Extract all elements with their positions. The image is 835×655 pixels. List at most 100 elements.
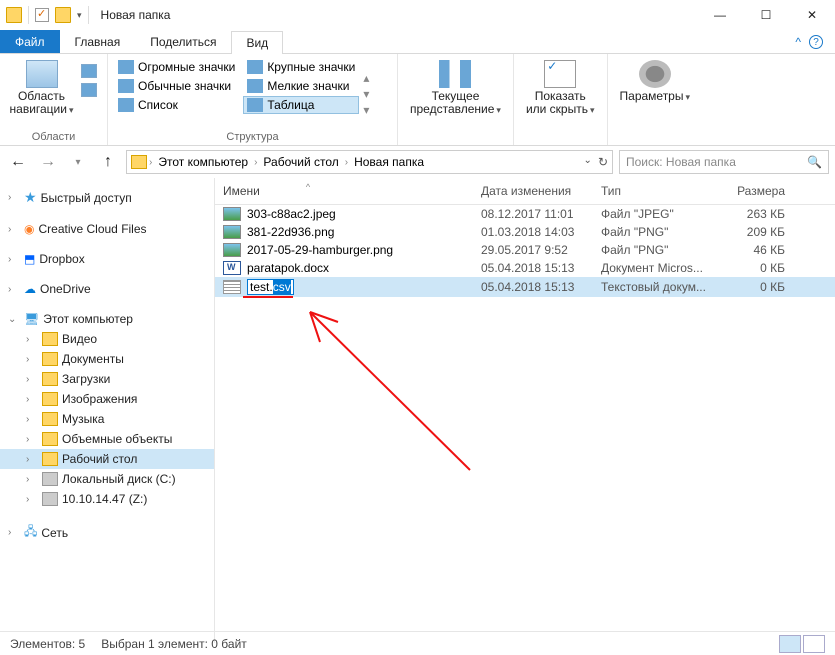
label: Объемные объекты — [62, 432, 172, 446]
current-view-button[interactable]: Текущее представление — [404, 58, 507, 143]
layout-large-icons[interactable]: Крупные значки — [243, 58, 359, 76]
maximize-button[interactable]: ☐ — [743, 0, 789, 30]
tree-dropbox[interactable]: ›⬒Dropbox — [0, 249, 214, 269]
file-size: 0 КБ — [723, 261, 793, 275]
qat-dropdown-icon[interactable]: ▾ — [77, 10, 82, 21]
show-hide-button[interactable]: Показать или скрыть — [520, 58, 601, 143]
col-type-header[interactable]: Тип — [593, 184, 723, 198]
recent-button[interactable]: ▾ — [66, 150, 90, 174]
view-details-button[interactable] — [779, 635, 801, 653]
label: Огромные значки — [138, 60, 235, 74]
navigation-pane-button[interactable]: Область навигации — [6, 58, 77, 129]
file-size: 0 КБ — [723, 280, 793, 294]
folder-icon[interactable] — [55, 7, 71, 23]
file-date: 29.05.2017 9:52 — [473, 243, 593, 257]
options-button[interactable]: Параметры — [614, 58, 697, 143]
content-area: ›★Быстрый доступ ›◉Creative Cloud Files … — [0, 178, 835, 643]
layout-small-icons[interactable]: Мелкие значки — [243, 77, 359, 95]
history-dropdown-icon[interactable]: ⌄ — [584, 155, 592, 169]
breadcrumb-item[interactable]: Этот компьютер — [154, 155, 252, 169]
tree-network[interactable]: ›🖧Сеть — [0, 519, 214, 546]
up-button[interactable]: ↑ — [96, 150, 120, 174]
forward-button[interactable]: → — [36, 150, 60, 174]
file-row[interactable]: 2017-05-29-hamburger.png29.05.2017 9:52Ф… — [215, 241, 835, 259]
star-icon: ★ — [24, 189, 37, 206]
layout-table[interactable]: Таблица — [243, 96, 359, 114]
layout-normal-icons[interactable]: Обычные значки — [114, 77, 239, 95]
folder-icon — [42, 332, 58, 346]
col-name-header[interactable]: Имени^ — [215, 184, 473, 198]
tree-quick-access[interactable]: ›★Быстрый доступ — [0, 186, 214, 209]
column-headers: Имени^ Дата изменения Тип Размера — [215, 178, 835, 205]
file-row[interactable]: 381-22d936.png01.03.2018 14:03Файл "PNG"… — [215, 223, 835, 241]
tree-creative-cloud[interactable]: ›◉Creative Cloud Files — [0, 219, 214, 239]
rename-input[interactable]: test.csv — [247, 279, 294, 295]
preview-pane-button[interactable] — [77, 62, 101, 80]
chevron-right-icon[interactable]: › — [254, 157, 257, 168]
col-date-header[interactable]: Дата изменения — [473, 184, 593, 198]
close-button[interactable]: ✕ — [789, 0, 835, 30]
file-type: Файл "PNG" — [593, 243, 723, 257]
tree-documents[interactable]: ›Документы — [0, 349, 214, 369]
label: Загрузки — [62, 372, 110, 386]
tab-share[interactable]: Поделиться — [135, 30, 231, 53]
folder-icon — [42, 432, 58, 446]
refresh-icon[interactable]: ↻ — [598, 155, 608, 169]
back-button[interactable]: ← — [6, 150, 30, 174]
tree-3d-objects[interactable]: ›Объемные объекты — [0, 429, 214, 449]
tree-video[interactable]: ›Видео — [0, 329, 214, 349]
scroll-down-icon[interactable]: ▾ — [363, 87, 369, 101]
file-type: Файл "JPEG" — [593, 207, 723, 221]
tab-file[interactable]: Файл — [0, 30, 60, 53]
tree-downloads[interactable]: ›Загрузки — [0, 369, 214, 389]
folder-icon — [6, 7, 22, 23]
tree-onedrive[interactable]: ›☁OneDrive — [0, 279, 214, 299]
file-row[interactable]: test.csv05.04.2018 15:13Текстовый докум.… — [215, 277, 835, 297]
tree-music[interactable]: ›Музыка — [0, 409, 214, 429]
tree-pictures[interactable]: ›Изображения — [0, 389, 214, 409]
file-row[interactable]: 303-c88ac2.jpeg 08.12.2017 11:01Файл "JPE… — [215, 205, 835, 223]
label: Обычные значки — [138, 79, 231, 93]
folder-icon — [42, 412, 58, 426]
label: Текущее представление — [410, 90, 501, 117]
chevron-right-icon[interactable]: › — [345, 157, 348, 168]
file-list: Имени^ Дата изменения Тип Размера 303-c8… — [215, 178, 835, 643]
file-icon — [223, 261, 241, 275]
tab-view[interactable]: Вид — [231, 31, 283, 54]
folder-icon — [42, 352, 58, 366]
collapse-ribbon-icon[interactable]: ^ — [795, 35, 801, 49]
layout-huge-icons[interactable]: Огромные значки — [114, 58, 239, 76]
tree-this-pc[interactable]: ⌄🖥Этот компьютер — [0, 309, 214, 329]
breadcrumb-item[interactable]: Рабочий стол — [259, 155, 342, 169]
file-icon — [223, 280, 241, 294]
table-icon — [247, 98, 263, 112]
tab-home[interactable]: Главная — [60, 30, 136, 53]
qat-properties-icon[interactable] — [35, 8, 49, 22]
label: Список — [138, 98, 178, 112]
address-bar[interactable]: › Этот компьютер › Рабочий стол › Новая … — [126, 150, 613, 174]
show-hide-icon — [544, 60, 576, 88]
details-pane-button[interactable] — [77, 81, 101, 99]
search-box[interactable]: Поиск: Новая папка 🔍 — [619, 150, 829, 174]
view-icons-button[interactable] — [803, 635, 825, 653]
group-label: Области — [6, 129, 101, 143]
nav-pane-label: Область навигации — [10, 90, 74, 117]
file-name: 303-c88ac2.jpeg — [247, 207, 336, 221]
tree-desktop[interactable]: ›Рабочий стол — [0, 449, 214, 469]
chevron-right-icon[interactable]: › — [149, 157, 152, 168]
label: Сеть — [41, 526, 68, 540]
breadcrumb-item[interactable]: Новая папка — [350, 155, 428, 169]
folder-icon — [131, 155, 147, 169]
more-icon[interactable]: ▾ — [363, 103, 369, 117]
file-row[interactable]: paratapok.docx05.04.2018 15:13Документ M… — [215, 259, 835, 277]
layout-list[interactable]: Список — [114, 96, 239, 114]
minimize-button[interactable]: — — [697, 0, 743, 30]
label: Таблица — [267, 98, 314, 112]
tree-network-disk[interactable]: ›10.10.14.47 (Z:) — [0, 489, 214, 509]
file-date: 08.12.2017 11:01 — [473, 207, 593, 221]
gear-icon — [639, 60, 671, 88]
help-icon[interactable]: ? — [809, 35, 823, 49]
scroll-up-icon[interactable]: ▴ — [363, 71, 369, 85]
tree-disk-c[interactable]: ›Локальный диск (C:) — [0, 469, 214, 489]
col-size-header[interactable]: Размера — [723, 184, 793, 198]
